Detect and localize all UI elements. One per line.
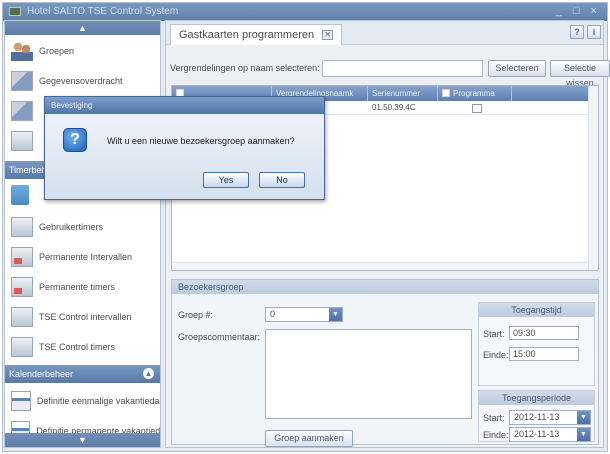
modal-overlay — [0, 0, 610, 454]
yes-button[interactable]: Yes — [203, 172, 249, 188]
confirmation-dialog: Bevestiging ? Wilt u een nieuwe bezoeker… — [44, 96, 325, 200]
dialog-body: ? Wilt u een nieuwe bezoekersgroep aanma… — [45, 114, 324, 199]
dialog-title: Bevestiging — [45, 97, 324, 114]
question-icon: ? — [63, 128, 87, 152]
dialog-message: Wilt u een nieuwe bezoekersgroep aanmake… — [107, 136, 295, 146]
no-button[interactable]: No — [259, 172, 305, 188]
